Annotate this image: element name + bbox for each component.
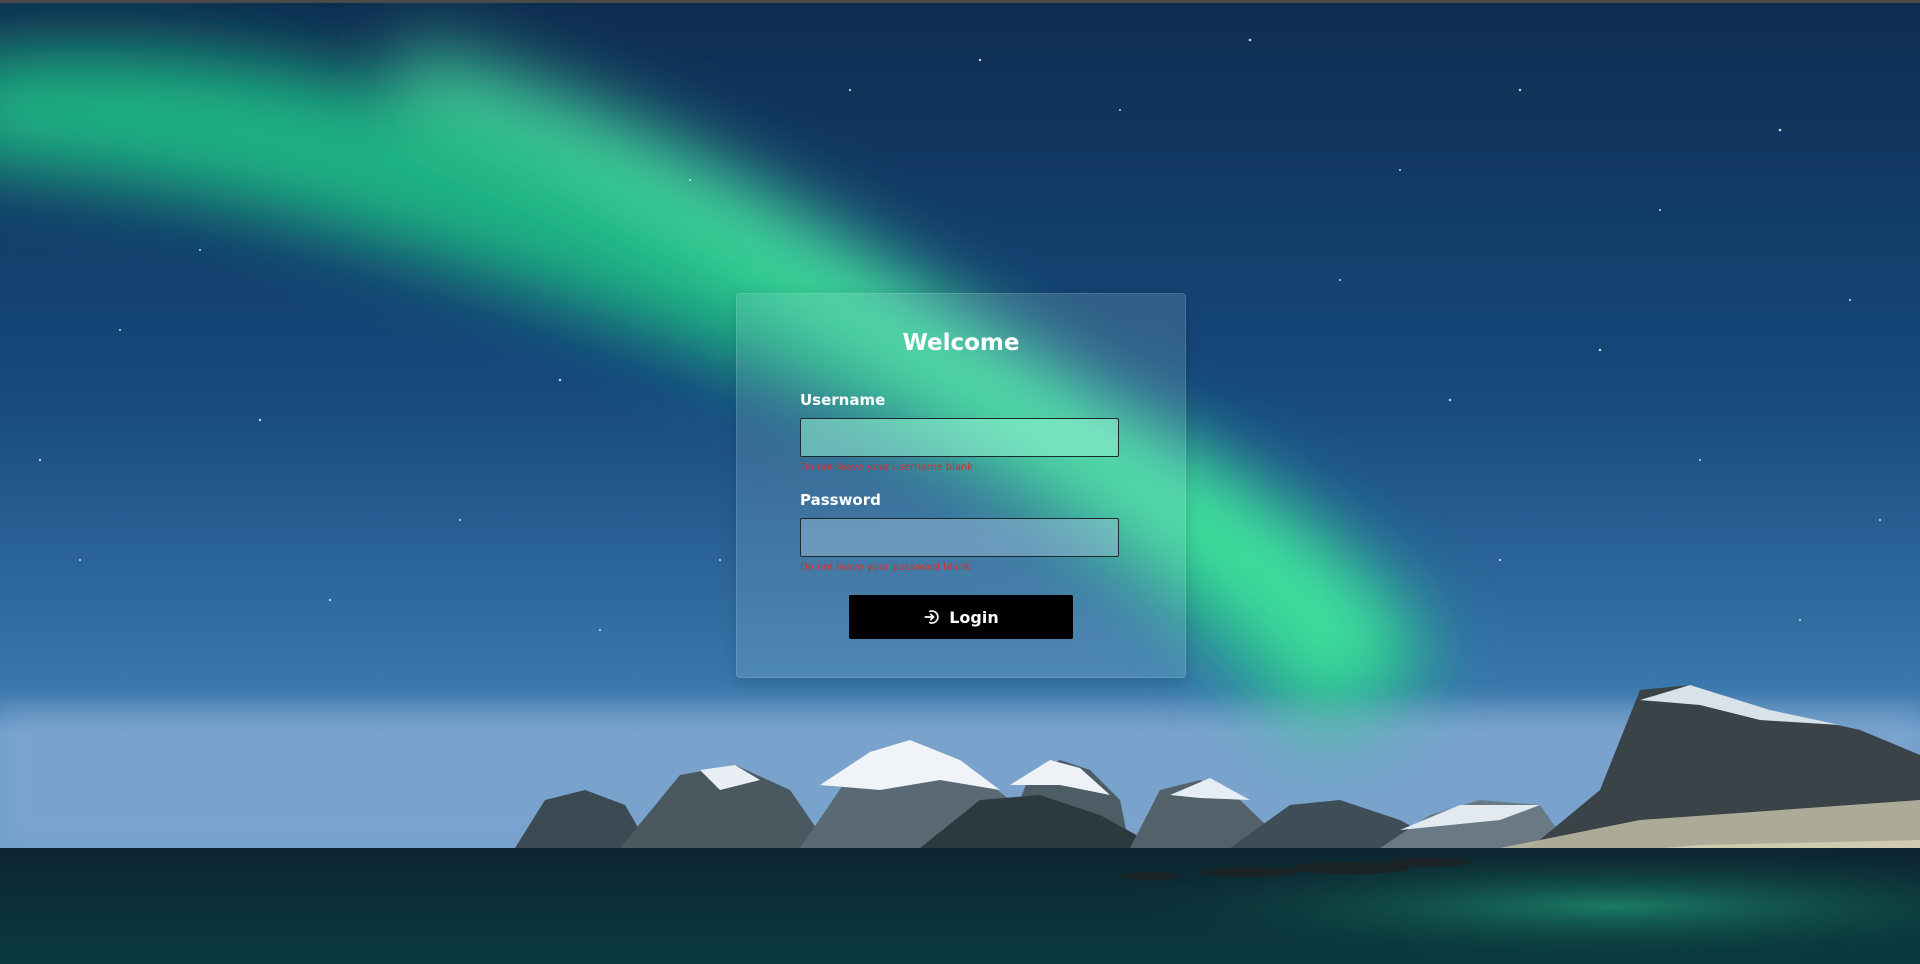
username-error: Do not leave your username blank [800,462,974,473]
password-input[interactable] [800,518,1119,557]
page-title: Welcome [902,330,1020,356]
login-button[interactable]: Login [849,595,1073,639]
password-error: Do not leave your password blank [800,562,971,573]
login-button-label: Login [949,607,999,627]
password-label: Password [800,491,881,509]
top-border [0,0,1920,3]
username-label: Username [800,391,886,409]
login-icon [923,608,941,626]
login-card: Welcome Username Do not leave your usern… [736,293,1186,678]
username-input[interactable] [800,418,1119,457]
